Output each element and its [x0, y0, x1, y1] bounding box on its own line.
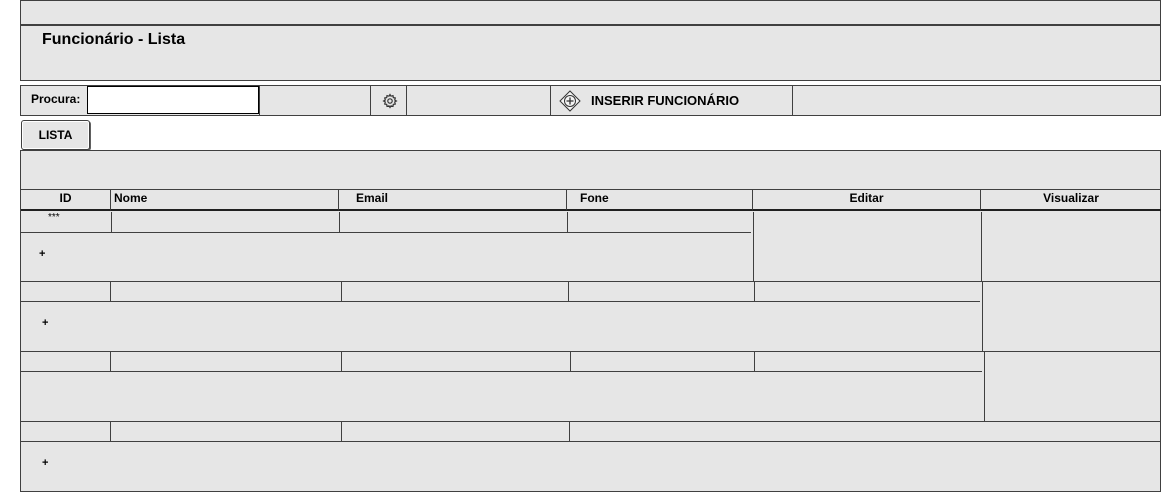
search-input[interactable]	[87, 86, 259, 114]
cell-divider	[341, 422, 342, 441]
row-marker: ***	[48, 212, 60, 223]
cell-divider	[754, 352, 755, 371]
toolbar: Procura: INSERIR FUNCIONÁRIO	[20, 85, 1161, 116]
cell-divider	[110, 422, 111, 441]
page-title: Funcionário - Lista	[42, 31, 186, 48]
row-divider	[21, 281, 1160, 282]
row-divider	[21, 301, 980, 302]
top-bar	[20, 0, 1161, 25]
cell-divider	[753, 212, 754, 281]
column-header-editar[interactable]: Editar	[753, 190, 981, 211]
cell-divider	[754, 282, 755, 301]
toolbar-divider	[406, 86, 407, 115]
expand-button[interactable]: +	[42, 317, 48, 329]
search-label: Procura:	[31, 92, 81, 106]
toolbar-divider	[259, 86, 260, 115]
row-divider	[21, 232, 751, 233]
employee-grid: ID Nome Email Fone Editar Visualizar ***…	[20, 150, 1161, 492]
expand-button[interactable]: +	[39, 248, 45, 260]
cell-divider	[341, 352, 342, 371]
cell-divider	[984, 352, 985, 421]
cell-divider	[339, 212, 340, 232]
toolbar-divider	[792, 86, 793, 115]
tab-lista[interactable]: LISTA	[21, 120, 90, 150]
grid-toolbar	[21, 151, 1160, 190]
cell-divider	[111, 212, 112, 232]
column-header-fone[interactable]: Fone	[567, 190, 753, 211]
toolbar-divider	[370, 86, 371, 115]
add-icon	[559, 89, 581, 112]
column-header-nome[interactable]: Nome	[111, 190, 339, 211]
gear-icon	[382, 92, 398, 109]
cell-divider	[569, 422, 570, 441]
settings-button[interactable]	[373, 86, 407, 115]
toolbar-divider	[550, 86, 551, 115]
row-divider	[21, 421, 1160, 422]
cell-divider	[570, 352, 571, 371]
cell-divider	[568, 282, 569, 301]
cell-divider	[110, 282, 111, 301]
insert-employee-label: INSERIR FUNCIONÁRIO	[591, 93, 740, 108]
cell-divider	[341, 282, 342, 301]
cell-divider	[567, 212, 568, 232]
row-divider	[21, 371, 982, 372]
cell-divider	[110, 352, 111, 371]
expand-button[interactable]: +	[42, 457, 48, 469]
column-header-id[interactable]: ID	[21, 190, 111, 211]
insert-employee-button[interactable]: INSERIR FUNCIONÁRIO	[552, 86, 792, 115]
row-divider	[21, 441, 1160, 442]
column-header-visualizar[interactable]: Visualizar	[981, 190, 1161, 211]
column-header-email[interactable]: Email	[339, 190, 567, 211]
cell-divider	[982, 282, 983, 351]
page-header: Funcionário - Lista	[20, 25, 1161, 81]
cell-divider	[981, 212, 982, 281]
row-divider	[21, 351, 1160, 352]
